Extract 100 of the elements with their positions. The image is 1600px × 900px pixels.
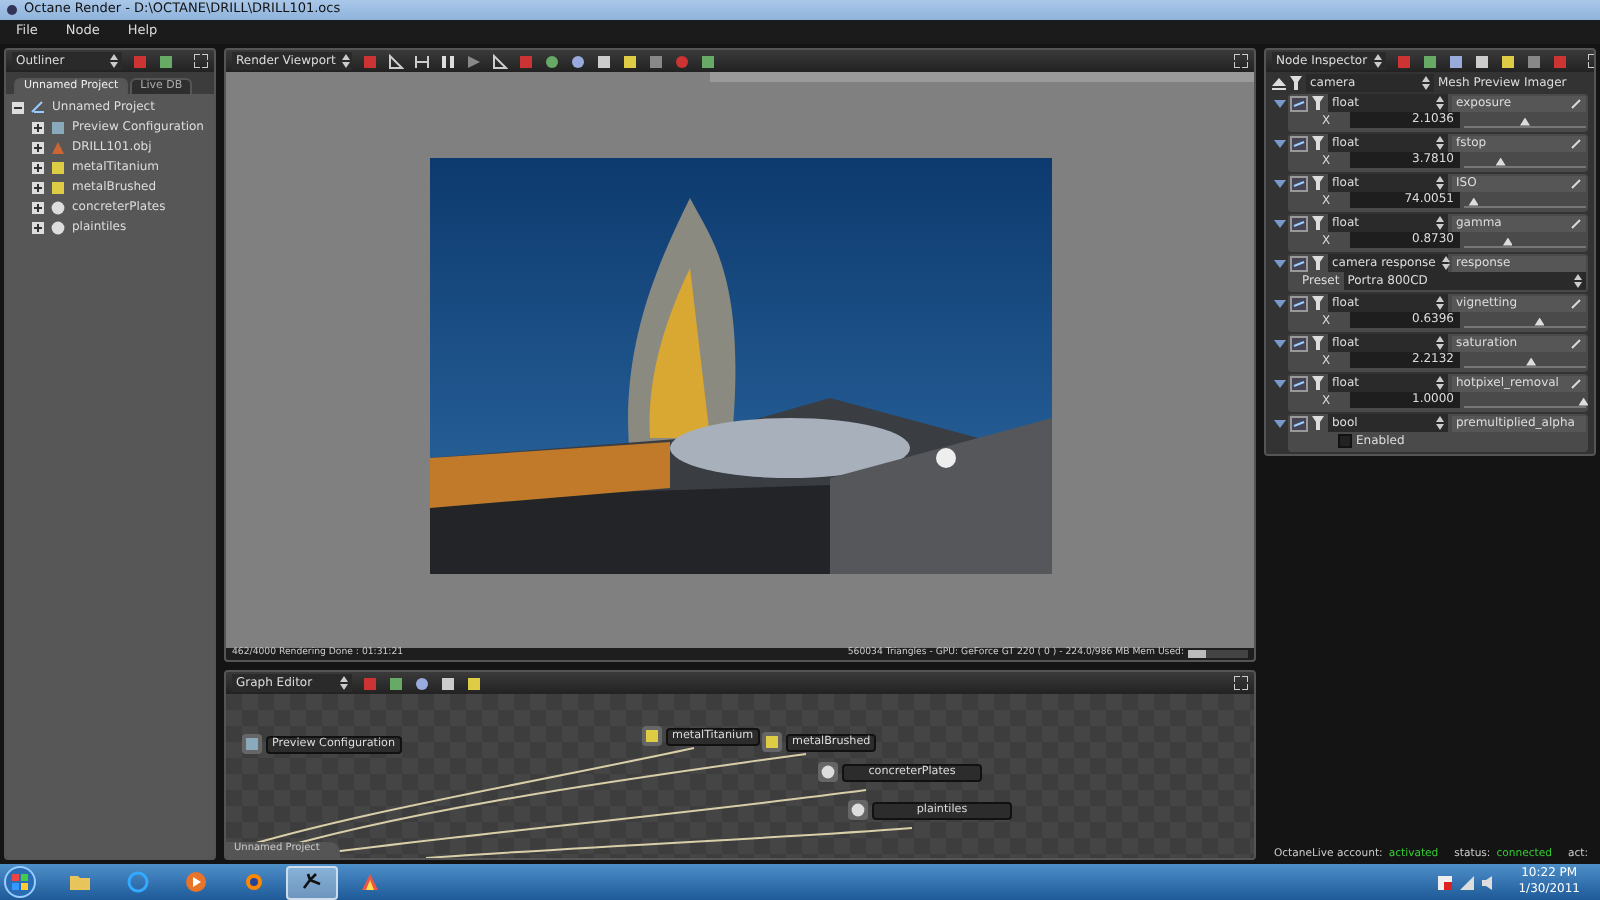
spinner-icon[interactable] [1436, 376, 1444, 391]
expand-toggle[interactable] [32, 182, 44, 194]
slider-track[interactable] [1464, 393, 1586, 408]
square-icon[interactable] [700, 53, 716, 69]
slider-track[interactable] [1464, 193, 1586, 208]
slider-thumb[interactable] [1578, 397, 1589, 406]
spinner-icon[interactable] [1436, 336, 1444, 351]
expand-toggle[interactable] [32, 122, 44, 134]
start-button[interactable] [4, 866, 36, 898]
slider-thumb[interactable] [1502, 237, 1513, 246]
bar-icon[interactable] [414, 53, 430, 69]
edit-icon[interactable] [1570, 137, 1582, 150]
material-icon [644, 728, 660, 744]
expand-toggle[interactable] [32, 202, 44, 214]
circle-icon[interactable] [544, 53, 560, 69]
edit-icon[interactable] [1570, 177, 1582, 190]
edit-icon[interactable] [1570, 297, 1582, 310]
slider-thumb[interactable] [1520, 117, 1530, 126]
spinner-icon[interactable] [1436, 176, 1444, 191]
plus-icon [34, 184, 42, 192]
spinner-icon[interactable] [110, 54, 118, 68]
square-icon[interactable] [158, 53, 174, 69]
square-icon[interactable] [440, 675, 456, 691]
pause-icon[interactable] [440, 53, 456, 69]
taskbar-app[interactable] [286, 865, 338, 899]
circle-icon[interactable] [570, 53, 586, 69]
square-icon[interactable] [388, 675, 404, 691]
link-icon[interactable] [1290, 135, 1308, 152]
spinner-icon[interactable] [1574, 273, 1582, 288]
app-icon [6, 4, 18, 16]
expand-toggle[interactable] [12, 102, 24, 114]
square-icon[interactable] [1421, 53, 1438, 69]
link-icon[interactable] [1290, 295, 1308, 312]
link-icon[interactable] [1290, 255, 1308, 272]
plus-icon [34, 144, 42, 152]
paint-icon [358, 870, 382, 894]
minus-icon [14, 104, 22, 112]
slider-track[interactable] [1464, 153, 1586, 168]
globe-icon [126, 870, 150, 894]
edit-icon[interactable] [1570, 337, 1582, 350]
checkbox[interactable] [1338, 433, 1352, 448]
plus-icon [34, 204, 42, 212]
slider-track[interactable] [1464, 233, 1586, 248]
triangle-icon[interactable] [492, 53, 508, 69]
maximize-icon[interactable] [1234, 676, 1248, 690]
spinner-icon[interactable] [1436, 136, 1444, 151]
maximize-icon[interactable] [194, 54, 208, 68]
expand-toggle[interactable] [32, 162, 44, 174]
square-icon[interactable] [1447, 53, 1464, 69]
link-icon[interactable] [1290, 95, 1308, 112]
project-icon [30, 100, 46, 116]
link-icon[interactable] [1290, 335, 1308, 352]
spinner-icon[interactable] [1422, 75, 1430, 90]
square-icon[interactable] [1525, 53, 1542, 69]
plus-icon [34, 164, 42, 172]
spinner-icon[interactable] [1436, 216, 1444, 231]
link-icon[interactable] [1290, 215, 1308, 232]
link-icon[interactable] [1290, 415, 1308, 432]
slider-thumb[interactable] [1468, 197, 1479, 206]
slider-track[interactable] [1464, 353, 1586, 368]
square-icon[interactable] [1473, 53, 1490, 69]
square-icon[interactable] [1499, 53, 1516, 69]
slider-thumb[interactable] [1534, 317, 1545, 326]
spinner-icon[interactable] [1436, 296, 1444, 311]
spinner-icon[interactable] [341, 54, 350, 68]
circle-icon[interactable] [674, 53, 690, 69]
filter-icon [1312, 336, 1324, 351]
expand-toggle[interactable] [32, 222, 44, 234]
filter-icon [1312, 176, 1324, 191]
flag-icon[interactable] [1438, 875, 1453, 889]
slider-thumb[interactable] [1495, 157, 1506, 166]
config-icon [244, 736, 260, 752]
eject-icon[interactable] [1272, 75, 1286, 90]
folder-icon [68, 870, 92, 894]
maximize-icon[interactable] [1234, 54, 1248, 68]
blender-icon [242, 870, 266, 894]
spinner-icon[interactable] [340, 676, 348, 690]
square-icon[interactable] [622, 53, 638, 69]
square-icon[interactable] [648, 53, 664, 69]
material-icon [764, 734, 780, 750]
square-icon[interactable] [596, 53, 612, 69]
spinner-icon[interactable] [1436, 416, 1444, 431]
square-icon[interactable] [466, 675, 482, 691]
signal-icon[interactable] [1460, 875, 1475, 889]
triangle-icon[interactable] [388, 53, 404, 69]
edit-icon[interactable] [1570, 97, 1582, 110]
link-icon[interactable] [1290, 375, 1308, 392]
edit-icon[interactable] [1570, 217, 1582, 230]
edit-icon[interactable] [1570, 377, 1582, 390]
slider-track[interactable] [1464, 113, 1586, 128]
spinner-icon[interactable] [1373, 54, 1382, 68]
link-icon[interactable] [1290, 175, 1308, 192]
circle-icon[interactable] [414, 675, 430, 691]
slider-thumb[interactable] [1526, 357, 1537, 366]
slider-track[interactable] [1464, 313, 1586, 328]
spinner-icon[interactable] [1436, 96, 1444, 111]
sphere-icon [820, 764, 836, 780]
speaker-icon[interactable] [1482, 875, 1497, 889]
sphere-icon [850, 802, 866, 818]
expand-toggle[interactable] [32, 142, 44, 154]
